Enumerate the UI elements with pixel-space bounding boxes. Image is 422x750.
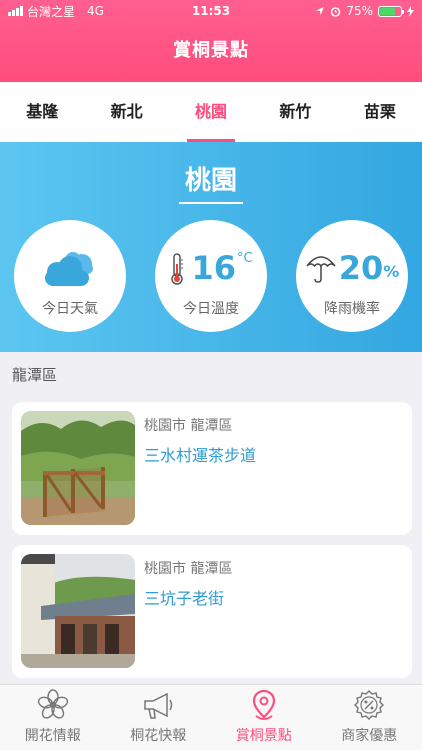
location-pin-icon: [252, 689, 275, 720]
spot-card[interactable]: 桃園市 龍潭區 三水村運茶步道: [12, 402, 412, 535]
spot-name[interactable]: 三水村運茶步道: [144, 442, 256, 466]
rain-chance-card: 20 % 降雨機率: [296, 220, 408, 332]
city-underline: [179, 202, 243, 204]
spot-photo: [21, 554, 135, 668]
location-arrow-icon: [316, 7, 325, 15]
spot-location: 桃園市 龍潭區: [144, 561, 233, 577]
region-tabs: 基隆 新北 桃園 新竹 苗栗: [0, 82, 422, 142]
bottom-nav: 開花情報 桐花快報 賞桐景點 商家優惠: [0, 684, 422, 750]
nav-scenic-spots[interactable]: 賞桐景點: [211, 685, 317, 750]
tab-hsinchu[interactable]: 新竹: [253, 82, 337, 142]
today-temperature-label: 今日溫度: [183, 301, 239, 317]
today-weather-card: 今日天氣: [14, 220, 126, 332]
spot-name[interactable]: 三坑子老街: [144, 585, 224, 609]
cloud-icon: [45, 252, 93, 286]
tab-new-taipei[interactable]: 新北: [84, 82, 168, 142]
tab-miaoli[interactable]: 苗栗: [338, 82, 422, 142]
nav-merchant-offers[interactable]: 商家優惠: [317, 685, 422, 750]
nav-label: 桐花快報: [130, 728, 187, 744]
today-weather-label: 今日天氣: [42, 301, 98, 317]
weather-panel: 桃園 今日天氣 16 °C 今日溫度 20 % 降雨機率: [0, 142, 422, 352]
alarm-icon: [331, 6, 341, 17]
network-type: 4G: [87, 4, 104, 18]
temperature-value: 16: [191, 249, 236, 287]
page-title: 賞桐景點: [173, 40, 249, 61]
rain-chance-unit: %: [383, 262, 400, 281]
status-bar: 台灣之星 4G 11:53 75%: [0, 0, 422, 22]
carrier-name: 台灣之星: [27, 4, 76, 19]
nav-news[interactable]: 桐花快報: [106, 685, 212, 750]
discount-badge-icon: [354, 690, 385, 720]
megaphone-icon: [144, 692, 173, 719]
district-section-title: 龍潭區: [12, 366, 58, 384]
nav-label: 賞桐景點: [235, 728, 292, 744]
tab-taoyuan[interactable]: 桃園: [169, 82, 253, 142]
nav-blooming-info[interactable]: 開花情報: [0, 685, 106, 750]
charging-bolt-icon: [407, 5, 414, 17]
thermometer-icon: [171, 253, 184, 285]
spot-card[interactable]: 桃園市 龍潭區 三坑子老街: [12, 545, 412, 678]
spot-photo: [21, 411, 135, 525]
temperature-unit: °C: [236, 251, 253, 266]
tab-keelung[interactable]: 基隆: [0, 82, 84, 142]
battery-percent: 75%: [346, 4, 373, 18]
flower-icon: [37, 689, 68, 719]
signal-strength-icon: [8, 6, 23, 16]
today-temperature-card: 16 °C 今日溫度: [155, 220, 267, 332]
nav-label: 開花情報: [24, 728, 81, 744]
spot-location: 桃園市 龍潭區: [144, 418, 233, 434]
nav-label: 商家優惠: [341, 728, 398, 744]
rain-chance-value: 20: [338, 249, 384, 287]
weather-city: 桃園: [184, 166, 237, 196]
rain-chance-label: 降雨機率: [324, 301, 380, 317]
battery-icon: [378, 5, 404, 17]
app-header: 台灣之星 4G 11:53 75% 賞桐景點: [0, 0, 422, 82]
umbrella-icon: [306, 256, 336, 283]
